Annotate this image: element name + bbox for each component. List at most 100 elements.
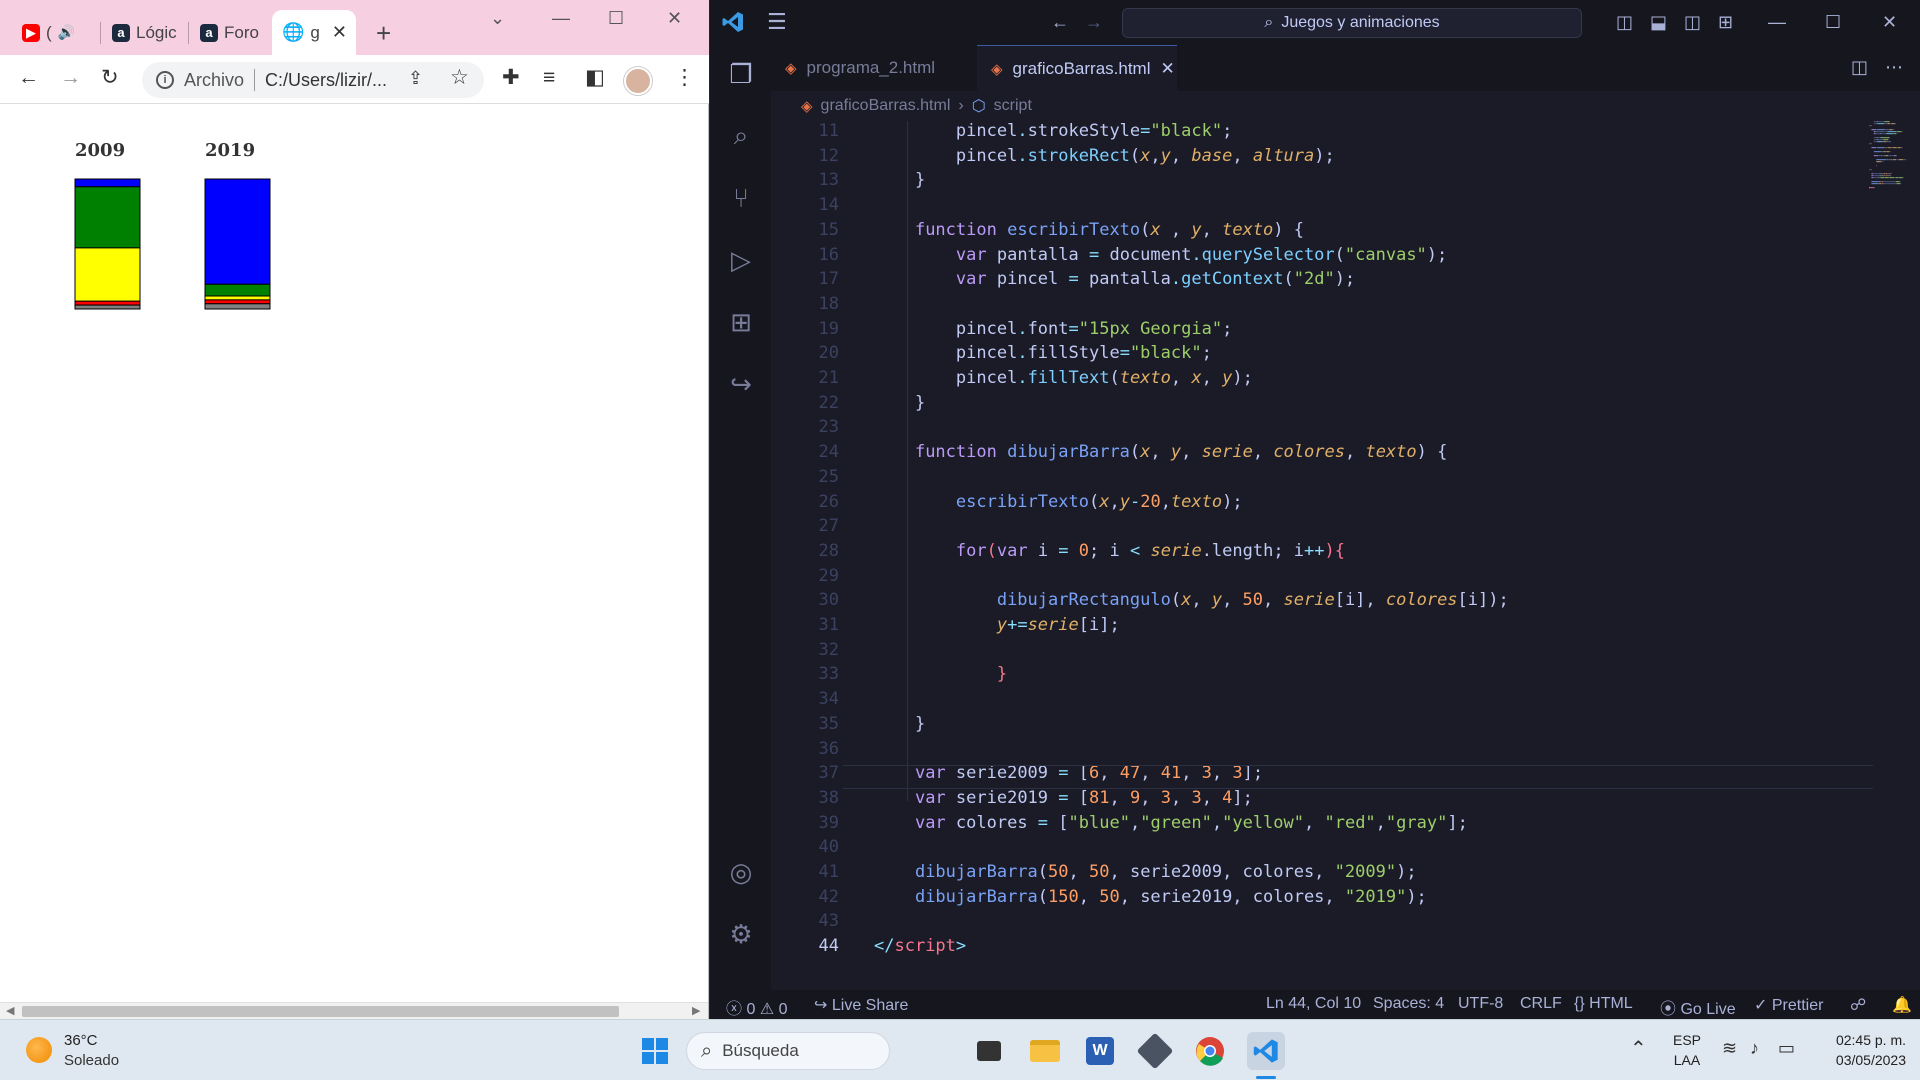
toggle-primary-sidebar-icon[interactable]: ◫ (1616, 10, 1633, 34)
windows-start-icon[interactable] (636, 1032, 674, 1070)
word-icon[interactable]: W (1081, 1032, 1119, 1070)
minimap-stroke (1886, 123, 1888, 125)
clock-date[interactable]: 03/05/2023 (1822, 1052, 1906, 1068)
problems-indicator[interactable]: ⓧ 0 ⚠ 0 (726, 995, 788, 1019)
line-number: 19 (818, 318, 839, 339)
weather-description[interactable]: Soleado (64, 1052, 119, 1069)
new-tab-button[interactable]: + (376, 18, 391, 49)
customize-layout-icon[interactable]: ⊞ (1718, 10, 1733, 34)
profile-avatar[interactable] (624, 67, 652, 95)
language-indicator[interactable]: ESP (1672, 1032, 1702, 1048)
accounts-icon[interactable]: ◎ (724, 855, 758, 889)
menu-icon[interactable]: ☰ (767, 10, 787, 34)
bar-segment-2019-1 (204, 283, 271, 297)
close-tab-icon[interactable]: ✕ (1160, 59, 1174, 79)
minimap[interactable] (1869, 121, 1919, 221)
code-line: function escribirTexto(x , y, texto) { (914, 219, 1305, 240)
more-actions-icon[interactable]: ⋯ (1885, 55, 1903, 79)
globe-icon: 🌐 (282, 22, 305, 42)
bookmark-star-icon[interactable]: ☆ (450, 66, 469, 90)
back-arrow-icon[interactable]: ← (1051, 10, 1069, 34)
side-panel-icon[interactable]: ◧ (585, 66, 605, 90)
file-explorer-icon[interactable] (1026, 1032, 1064, 1070)
split-editor-icon[interactable]: ◫ (1851, 55, 1868, 79)
keyboard-layout[interactable]: LAA (1672, 1052, 1702, 1068)
forward-arrow-icon[interactable]: → (1085, 10, 1103, 34)
tab-grafico-barras[interactable]: ◈ graficoBarras.html ✕ (977, 45, 1177, 91)
wifi-icon[interactable]: ≋ (1722, 1038, 1737, 1059)
media-queue-icon[interactable]: ≡ (543, 66, 555, 90)
toggle-panel-icon[interactable]: ⬓ (1650, 10, 1667, 34)
back-arrow-icon[interactable]: ← (18, 66, 39, 90)
breadcrumb-symbol[interactable]: script (994, 97, 1032, 115)
clock-time[interactable]: 02:45 p. m. (1822, 1032, 1906, 1048)
source-control-icon[interactable]: ⑂ (724, 181, 758, 215)
vscode-taskbar-icon[interactable] (1247, 1032, 1285, 1070)
close-window-button[interactable]: ✕ (667, 8, 682, 29)
extensions-icon[interactable]: ⊞ (724, 305, 758, 339)
language-mode[interactable]: {} HTML (1574, 995, 1633, 1013)
more-menu-icon[interactable]: ⋮ (674, 66, 695, 90)
breadcrumb-file[interactable]: graficoBarras.html (821, 97, 951, 115)
run-debug-icon[interactable]: ▷ (724, 243, 758, 277)
cursor-position[interactable]: Ln 44, Col 10 (1266, 995, 1361, 1013)
maximize-button[interactable]: ☐ (1825, 10, 1841, 34)
minimap-stroke (1902, 177, 1904, 179)
gear-icon[interactable]: ⚙ (724, 917, 758, 951)
browser-tab-logica[interactable]: a Lógic (102, 10, 182, 55)
volume-icon[interactable]: ♪ (1750, 1038, 1759, 1059)
minimap-stroke (1889, 151, 1891, 153)
minimap-stroke (1895, 155, 1897, 157)
minimap-stroke (1873, 131, 1876, 133)
speaker-icon[interactable]: 🔊 (58, 24, 75, 41)
browser-tab-youtube[interactable]: ▶ ( 🔊 (12, 10, 94, 55)
toggle-secondary-sidebar-icon[interactable]: ◫ (1684, 10, 1701, 34)
minimize-button[interactable]: — (1768, 10, 1786, 34)
go-live-button[interactable]: ⦿ Go Live (1660, 995, 1736, 1019)
live-share-icon[interactable]: ↪ (724, 367, 758, 401)
maximize-button[interactable]: ☐ (608, 8, 624, 29)
scroll-left-icon[interactable]: ◀ (6, 1004, 14, 1017)
browser-tab-foro[interactable]: a Foro (190, 10, 270, 55)
minimap-stroke (1887, 175, 1889, 177)
live-share-status[interactable]: ↪ Live Share (814, 995, 908, 1015)
search-icon[interactable]: ⌕ (724, 119, 758, 153)
forward-arrow-icon[interactable]: → (60, 66, 81, 90)
encoding[interactable]: UTF-8 (1458, 995, 1503, 1013)
battery-icon[interactable]: ▭ (1778, 1038, 1795, 1059)
app-cube-icon[interactable] (1136, 1032, 1174, 1070)
minimap-stroke (1878, 137, 1881, 139)
scroll-right-icon[interactable]: ▶ (692, 1004, 700, 1017)
horizontal-scrollbar[interactable]: ◀ ▶ (0, 1002, 708, 1019)
code-editor[interactable]: 11 pincel.strokeStyle="black"; 12 pincel.… (771, 121, 1920, 990)
minimap-stroke (1879, 181, 1881, 183)
address-bar[interactable]: i Archivo C:/Users/lizir/... (142, 62, 484, 98)
chrome-icon[interactable] (1191, 1032, 1229, 1070)
explorer-icon[interactable]: ❐ (724, 57, 758, 91)
taskbar-search[interactable]: ⌕ Búsqueda (686, 1032, 890, 1070)
command-center[interactable]: ⌕ Juegos y animaciones (1122, 8, 1582, 38)
extensions-icon[interactable]: ✚ (502, 66, 520, 90)
feedback-icon[interactable]: ☍ (1850, 995, 1866, 1015)
prettier-status[interactable]: ✓ Prettier (1754, 995, 1823, 1015)
line-number: 15 (818, 219, 839, 240)
tab-search-icon[interactable]: ⌄ (490, 8, 505, 29)
close-window-button[interactable]: ✕ (1882, 10, 1897, 34)
weather-temperature[interactable]: 36°C (64, 1032, 98, 1049)
end-of-line[interactable]: CRLF (1520, 995, 1562, 1013)
task-view-icon[interactable] (970, 1032, 1008, 1070)
scrollbar-thumb[interactable] (22, 1006, 619, 1017)
close-tab-icon[interactable]: ✕ (332, 22, 347, 43)
bell-icon[interactable]: 🔔 (1892, 995, 1912, 1015)
tab-programa-2[interactable]: ◈ programa_2.html (771, 45, 975, 91)
alura-icon: a (200, 23, 218, 42)
chevron-up-icon[interactable]: ⌃ (1630, 1036, 1647, 1061)
minimap-stroke (1878, 141, 1883, 143)
reload-icon[interactable]: ↻ (101, 66, 119, 90)
minimize-button[interactable]: — (552, 8, 570, 29)
info-icon[interactable]: i (156, 71, 174, 89)
share-icon[interactable]: ⇪ (408, 66, 423, 90)
indentation[interactable]: Spaces: 4 (1373, 995, 1444, 1013)
browser-tab-active[interactable]: 🌐 g ✕ (272, 10, 356, 55)
minimap-stroke (1871, 147, 1877, 149)
